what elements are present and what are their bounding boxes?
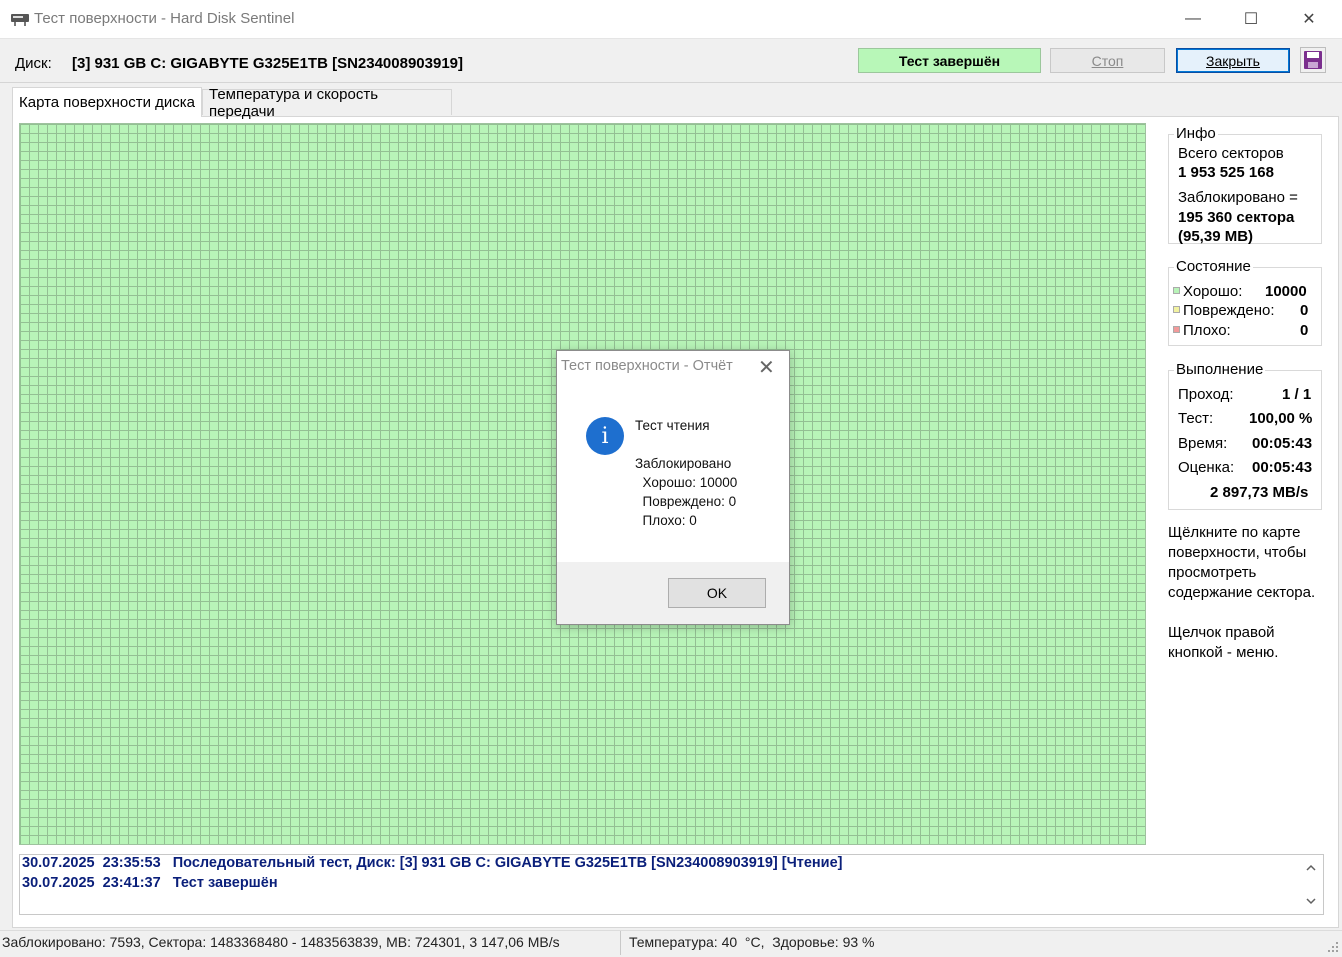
good-value: 10000: [1265, 283, 1307, 300]
window-close-button[interactable]: ✕: [1280, 0, 1338, 38]
good-label: Хорошо:: [1183, 283, 1243, 300]
pass-label: Проход:: [1178, 386, 1234, 403]
disk-label: Диск:: [15, 55, 52, 72]
status-divider: [620, 931, 621, 955]
save-icon: [1304, 51, 1322, 69]
test-status-button[interactable]: Тест завершён: [858, 48, 1041, 73]
estimate-value: 00:05:43: [1252, 459, 1313, 476]
estimate-label: Оценка:: [1178, 459, 1235, 476]
info-group-title: Инфо: [1174, 125, 1218, 142]
hint-text: содержание сектора.: [1168, 584, 1316, 601]
maximize-button[interactable]: ☐: [1222, 0, 1280, 38]
pass-value: 1 / 1: [1282, 386, 1312, 403]
dialog-line: Хорошо: 10000: [635, 475, 738, 490]
stop-button[interactable]: Стоп: [1050, 48, 1165, 73]
progress-group-title: Выполнение: [1174, 361, 1266, 378]
status-temperature-health: Температура: 40 °C, Здоровье: 93 %: [629, 934, 875, 950]
test-label: Тест:: [1178, 410, 1214, 427]
time-value: 00:05:43: [1252, 435, 1313, 452]
hint-text: Щёлкните по карте: [1168, 524, 1301, 541]
test-value: 100,00 %: [1249, 410, 1313, 427]
bad-value: 0: [1300, 322, 1309, 339]
good-legend-swatch: [1173, 287, 1180, 294]
dialog-title: Тест поверхности - Отчёт: [561, 358, 733, 374]
dialog-line: Плохо: 0: [635, 513, 697, 528]
bad-legend-swatch: [1173, 326, 1180, 333]
ok-button[interactable]: OK: [668, 578, 766, 608]
blocked-value: 195 360 сектора: [1178, 209, 1295, 226]
hint-text: кнопкой - меню.: [1168, 644, 1279, 661]
save-button[interactable]: [1300, 47, 1326, 73]
minimize-button[interactable]: —: [1164, 0, 1222, 38]
dialog-close-button[interactable]: ✕: [758, 355, 775, 380]
header-divider: [0, 82, 1342, 83]
scroll-arrows-icon: [1306, 864, 1316, 905]
disk-name: [3] 931 GB C: GIGABYTE G325E1TB [SN23400…: [72, 55, 464, 72]
hint-text: Щелчок правой: [1168, 624, 1275, 641]
total-sectors-value: 1 953 525 168: [1178, 164, 1274, 181]
hint-text: поверхности, чтобы: [1168, 544, 1307, 561]
hint-text: просмотреть: [1168, 564, 1257, 581]
blocked-mb: (95,39 MB): [1178, 228, 1254, 245]
info-icon: i: [586, 417, 624, 455]
damaged-value: 0: [1300, 302, 1309, 319]
dialog-line: Заблокировано: [635, 456, 732, 471]
log-scrollbar[interactable]: [1300, 856, 1322, 913]
speed-value: 2 897,73 MB/s: [1210, 484, 1309, 501]
dialog-line: Повреждено: 0: [635, 494, 737, 509]
log-line: 30.07.2025 23:35:53 Последовательный тес…: [22, 855, 843, 871]
bad-label: Плохо:: [1183, 322, 1231, 339]
state-group-title: Состояние: [1174, 258, 1253, 275]
damaged-label: Повреждено:: [1183, 302, 1275, 319]
total-sectors-label: Всего секторов: [1178, 145, 1284, 162]
status-sector-info: Заблокировано: 7593, Сектора: 1483368480…: [2, 934, 560, 950]
resize-grip-icon[interactable]: [1326, 940, 1340, 954]
hard-disk-icon: [11, 14, 29, 26]
time-label: Время:: [1178, 435, 1228, 452]
tab-temperature-speed[interactable]: Температура и скорость передачи: [202, 86, 452, 120]
damaged-legend-swatch: [1173, 306, 1180, 313]
close-button[interactable]: Закрыть: [1176, 48, 1290, 73]
tab-surface-map[interactable]: Карта поверхности диска: [12, 87, 202, 117]
window-title: Тест поверхности - Hard Disk Sentinel: [34, 10, 295, 27]
dialog-line: Тест чтения: [635, 418, 710, 433]
log-line: 30.07.2025 23:41:37 Тест завершён: [22, 875, 278, 891]
blocked-label: Заблокировано =: [1178, 189, 1298, 206]
